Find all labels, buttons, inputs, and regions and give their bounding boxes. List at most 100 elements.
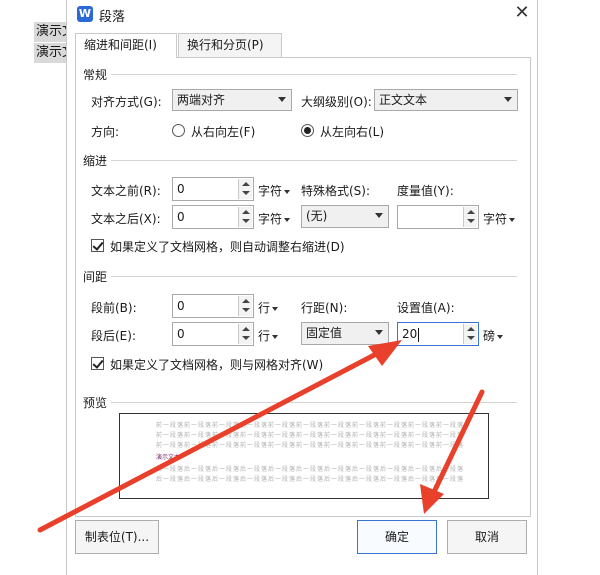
spin-down-icon[interactable] <box>242 191 250 195</box>
preview-prev-line: 前一段落前一段落前一段落前一段落前一段落前一段落前一段落前一段落前一段落前一段落… <box>156 432 465 439</box>
document-text-line: 演示文 <box>34 22 66 42</box>
unit-text: 字符 <box>258 184 283 198</box>
set-value-unit[interactable]: 磅 <box>483 327 504 344</box>
spin-down-icon[interactable] <box>467 336 475 340</box>
spinner-buttons[interactable] <box>463 324 477 344</box>
auto-adjust-checkbox[interactable] <box>91 239 104 252</box>
preview-prev-line: 前一段落前一段落前一段落前一段落前一段落前一段落前一段落前一段落前一段落前一段落… <box>156 422 465 429</box>
unit-text: 行 <box>258 329 271 343</box>
text-caret <box>418 327 420 342</box>
unit-text: 行 <box>258 301 271 315</box>
indent-before-value: 0 <box>177 182 185 196</box>
section-preview-title: 预览 <box>83 396 108 410</box>
chevron-down-icon <box>375 213 383 218</box>
indent-after-value: 0 <box>177 210 185 224</box>
spin-up-icon[interactable] <box>242 182 250 186</box>
line-spacing-label: 行距(N): <box>301 301 348 315</box>
section-divider <box>111 160 517 161</box>
indent-after-input[interactable]: 0 <box>172 205 254 229</box>
alignment-select[interactable]: 两端对齐 <box>172 89 292 111</box>
ok-button[interactable]: 确定 <box>357 520 437 554</box>
spin-down-icon[interactable] <box>467 219 475 223</box>
chevron-down-icon <box>272 306 279 311</box>
set-value-label: 设置值(A): <box>397 301 455 315</box>
spin-up-icon[interactable] <box>467 327 475 331</box>
spinner-buttons[interactable] <box>238 324 252 344</box>
measure-unit[interactable]: 字符 <box>483 210 516 227</box>
preview-next-line: 后一段落后一段落后一段落后一段落后一段落后一段落后一段落后一段落后一段落后一段落… <box>156 466 465 473</box>
spin-up-icon[interactable] <box>242 327 250 331</box>
line-spacing-select[interactable]: 固定值 <box>301 322 389 345</box>
space-before-label: 段前(B): <box>91 301 137 315</box>
spinner-buttons[interactable] <box>463 207 477 227</box>
space-before-value: 0 <box>177 299 185 313</box>
rtl-label[interactable]: 从右向左(F) <box>191 123 255 140</box>
preview-prev-line: 前一段落前一段落前一段落前一段落前一段落前一段落前一段落前一段落前一段落前一段落… <box>156 442 465 449</box>
special-format-select[interactable]: (无) <box>301 205 389 228</box>
section-indent-title: 缩进 <box>83 154 108 168</box>
set-value-input[interactable]: 20 <box>397 322 479 346</box>
indent-before-label: 文本之前(R): <box>91 184 161 198</box>
direction-label: 方向: <box>91 125 120 139</box>
section-general-title: 常规 <box>83 68 108 82</box>
measure-label: 度量值(Y): <box>397 184 454 198</box>
spin-up-icon[interactable] <box>242 299 250 303</box>
spinner-buttons[interactable] <box>238 179 252 199</box>
spin-down-icon[interactable] <box>242 308 250 312</box>
chevron-down-icon <box>284 217 291 222</box>
spin-up-icon[interactable] <box>242 210 250 214</box>
section-spacing-title: 间距 <box>83 270 108 284</box>
space-before-input[interactable]: 0 <box>172 294 254 318</box>
space-after-label: 段后(E): <box>91 329 136 343</box>
measure-input[interactable] <box>397 205 479 229</box>
alignment-label: 对齐方式(G): <box>91 95 162 109</box>
outline-level-select[interactable]: 正文文本 <box>374 89 518 111</box>
alignment-value: 两端对齐 <box>177 93 226 107</box>
spinner-buttons[interactable] <box>238 207 252 227</box>
indent-before-unit[interactable]: 字符 <box>258 182 291 199</box>
indent-before-input[interactable]: 0 <box>172 177 254 201</box>
space-after-input[interactable]: 0 <box>172 322 254 346</box>
space-after-value: 0 <box>177 327 185 341</box>
close-icon[interactable]: ✕ <box>511 2 533 24</box>
section-divider <box>111 402 517 403</box>
preview-next-line: 后一段落后一段落后一段落后一段落后一段落后一段落后一段落后一段落后一段落后一段落… <box>156 476 465 483</box>
section-divider <box>111 74 517 75</box>
special-format-label: 特殊格式(S): <box>301 184 371 198</box>
ltr-radio[interactable] <box>301 124 314 137</box>
ltr-label[interactable]: 从左向右(L) <box>320 123 384 140</box>
spinner-buttons[interactable] <box>238 296 252 316</box>
chevron-down-icon <box>504 97 512 102</box>
outline-level-label: 大纲级别(O): <box>301 95 372 109</box>
spin-up-icon[interactable] <box>467 210 475 214</box>
chevron-down-icon <box>278 97 286 102</box>
space-after-unit[interactable]: 行 <box>258 327 279 344</box>
tab-line-page-breaks[interactable]: 换行和分页(P) <box>178 33 282 57</box>
chevron-down-icon <box>284 189 291 194</box>
tab-stops-button[interactable]: 制表位(T)... <box>75 520 159 554</box>
paragraph-preview: 前一段落前一段落前一段落前一段落前一段落前一段落前一段落前一段落前一段落前一段落… <box>119 413 489 499</box>
dialog-title: 段落 <box>99 10 126 25</box>
line-spacing-value: 固定值 <box>306 326 343 340</box>
rtl-radio[interactable] <box>172 124 185 137</box>
tab-indent-spacing[interactable]: 缩进和间距(I) <box>75 33 177 58</box>
special-format-value: (无) <box>306 209 328 223</box>
unit-text: 字符 <box>483 212 508 226</box>
snap-grid-checkbox[interactable] <box>91 357 104 370</box>
spin-down-icon[interactable] <box>242 219 250 223</box>
snap-grid-label[interactable]: 如果定义了文档网格，则与网格对齐(W) <box>110 356 323 373</box>
chevron-down-icon <box>509 217 516 222</box>
cancel-button[interactable]: 取消 <box>447 520 527 554</box>
space-before-unit[interactable]: 行 <box>258 299 279 316</box>
unit-text: 磅 <box>483 329 496 343</box>
indent-after-unit[interactable]: 字符 <box>258 210 291 227</box>
wps-app-icon: W <box>77 6 93 22</box>
outline-level-value: 正文文本 <box>379 93 428 107</box>
spin-down-icon[interactable] <box>242 336 250 340</box>
chevron-down-icon <box>272 334 279 339</box>
auto-adjust-label[interactable]: 如果定义了文档网格，则自动调整右缩进(D) <box>110 238 345 255</box>
document-text-line: 演示文 <box>34 43 66 63</box>
indent-after-label: 文本之后(X): <box>91 212 161 226</box>
set-value-text: 20 <box>402 327 418 341</box>
chevron-down-icon <box>497 334 504 339</box>
